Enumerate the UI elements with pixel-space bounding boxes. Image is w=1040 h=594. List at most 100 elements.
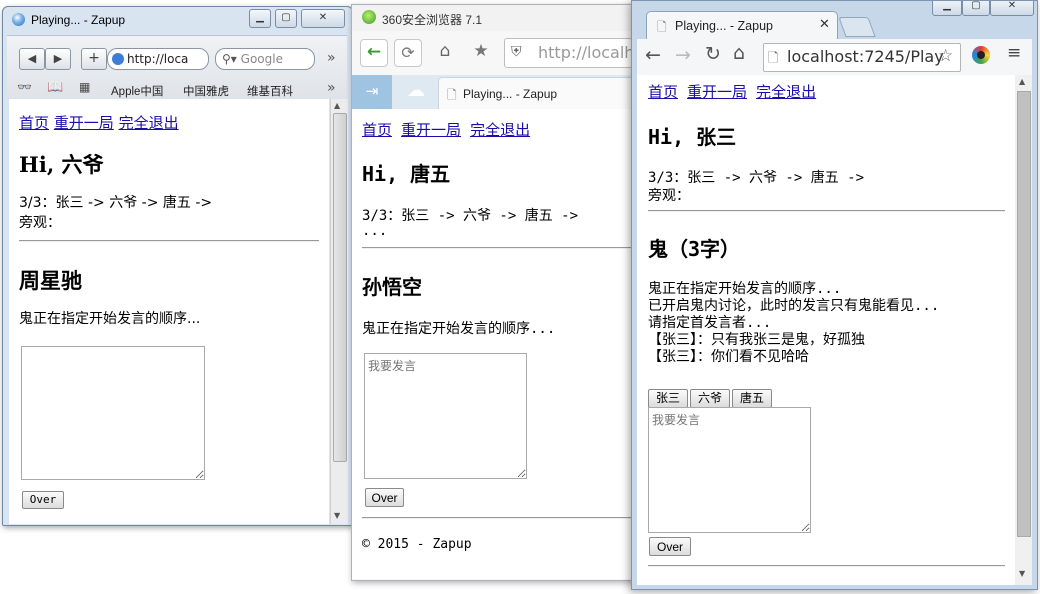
- window-title: Playing... - Zapup: [31, 13, 126, 27]
- player-button-liuye[interactable]: 六爷: [690, 389, 730, 408]
- tab-active[interactable]: 🗋 Playing... - Zapup ✕: [646, 11, 838, 40]
- status-text: 鬼正在指定开始发言的顺序...: [362, 321, 556, 337]
- order-text: 3/3：张三 -> 六爷 -> 唐五 ->: [19, 195, 213, 211]
- 360-logo-icon: [362, 10, 376, 24]
- page-content: 首页 重开一局 完全退出 Hi, 张三 3/3：张三 -> 六爷 -> 唐五 -…: [637, 75, 1015, 585]
- safari-globe-icon: [12, 13, 25, 26]
- address-bar[interactable]: 🗋 localhost:7245/Play ☆: [763, 43, 961, 72]
- scrollbar[interactable]: ▲ ▼: [330, 99, 348, 524]
- reload-icon[interactable]: ↻: [705, 43, 721, 65]
- bookmark-star-icon[interactable]: ☆: [938, 46, 953, 66]
- tab-title: Playing... - Zapup: [463, 87, 558, 101]
- list-item: 请指定首发言者...: [648, 315, 772, 331]
- title-bar[interactable]: 🗋 Playing... - Zapup ✕ ▁ ▢ ✕: [632, 1, 1037, 40]
- divider: [19, 240, 319, 242]
- reading-glasses-icon[interactable]: 👓: [17, 80, 32, 94]
- greeting: Hi, 六爷: [19, 152, 104, 177]
- search-placeholder: Google: [240, 52, 283, 66]
- close-button[interactable]: ✕: [301, 9, 345, 28]
- list-item: 鬼正在指定开始发言的顺序...: [648, 281, 842, 297]
- top-sites-grid-icon[interactable]: ▦: [79, 80, 90, 94]
- speech-input[interactable]: [21, 346, 205, 480]
- role-title: 孙悟空: [362, 275, 422, 299]
- menu-icon[interactable]: ≡: [1007, 43, 1021, 63]
- title-bar[interactable]: 360安全浏览器 7.1: [352, 5, 652, 31]
- browser-window-2: 360安全浏览器 7.1 ← ⟳ ⌂ ★ ⛨ http://localh ⇥ ☁…: [351, 4, 653, 581]
- over-button[interactable]: Over: [22, 491, 64, 509]
- order-text: 3/3：张三 -> 六爷 -> 唐五 ->: [648, 170, 865, 186]
- globe-icon: [112, 53, 124, 65]
- speech-input[interactable]: [648, 407, 811, 533]
- tab-close-icon[interactable]: ✕: [819, 17, 830, 32]
- nav-quit[interactable]: 完全退出: [756, 83, 816, 101]
- scroll-down-arrow-icon[interactable]: ▼: [1019, 569, 1025, 578]
- role-title: 鬼（3字）: [648, 237, 741, 261]
- role-title: 周星驰: [19, 268, 82, 293]
- back-arrow-icon[interactable]: ←: [645, 44, 661, 66]
- nav-quit[interactable]: 完全退出: [119, 114, 179, 132]
- page-content: 首页 重开一局 完全退出 Hi, 六爷 3/3：张三 -> 六爷 -> 唐五 -…: [9, 99, 329, 524]
- minimize-button[interactable]: ▁: [932, 1, 962, 16]
- nav-home[interactable]: 首页: [362, 121, 392, 139]
- nav-restart[interactable]: 重开一局: [401, 121, 461, 139]
- message-list: 鬼正在指定开始发言的顺序... 已开启鬼内讨论，此时的发言只有鬼能看见... 请…: [648, 281, 939, 366]
- title-bar[interactable]: Playing... - Zapup ▁ ▢ ✕: [3, 7, 352, 33]
- footer: © 2015 - Zapup: [362, 537, 472, 552]
- order-text: 3/3：张三 -> 六爷 -> 唐五 ->: [362, 208, 579, 224]
- greeting: Hi, 唐五: [362, 162, 451, 186]
- search-icon: ⚲▾: [222, 52, 237, 66]
- add-bookmark-icon[interactable]: +: [81, 48, 107, 70]
- player-button-tangwu[interactable]: 唐五: [732, 389, 772, 408]
- new-tab-button[interactable]: [838, 17, 876, 37]
- forward-arrow-icon[interactable]: ▶: [45, 48, 71, 70]
- search-field[interactable]: ⚲▾ Google: [215, 48, 315, 70]
- spectator-text: 旁观：: [19, 215, 61, 231]
- extension-icon[interactable]: [972, 46, 990, 64]
- minimize-button[interactable]: ▁: [249, 9, 271, 28]
- nav-home[interactable]: 首页: [19, 114, 49, 132]
- spectator-text: 旁观：: [648, 188, 690, 204]
- nav-restart[interactable]: 重开一局: [54, 114, 114, 132]
- overflow-chevron-icon[interactable]: »: [327, 50, 336, 66]
- scroll-up-arrow-icon[interactable]: ▲: [334, 101, 340, 110]
- shield-icon: ⛨: [511, 44, 522, 60]
- over-button[interactable]: Over: [649, 537, 691, 556]
- tab-active[interactable]: 🗋 Playing... - Zapup: [438, 77, 652, 110]
- close-button[interactable]: ✕: [990, 1, 1034, 16]
- bookmarks-overflow-icon[interactable]: »: [327, 80, 336, 96]
- scroll-thumb[interactable]: [333, 113, 347, 462]
- forward-arrow-icon[interactable]: →: [675, 44, 691, 66]
- cloud-icon[interactable]: ☁: [396, 75, 436, 109]
- bookmarks-book-icon[interactable]: 📖: [47, 79, 63, 95]
- footer-divider: [648, 565, 1005, 567]
- player-button-zhangsan[interactable]: 张三: [648, 389, 688, 408]
- speech-input[interactable]: [364, 353, 527, 479]
- bookmark-wikipedia[interactable]: 维基百科: [247, 83, 293, 99]
- address-bar[interactable]: http://loca: [107, 48, 209, 70]
- back-arrow-icon[interactable]: ◀: [19, 48, 45, 70]
- home-icon[interactable]: ⌂: [733, 42, 745, 64]
- footer-divider: [362, 517, 652, 519]
- list-item: 【张三】：只有我张三是鬼，好孤独: [648, 332, 865, 348]
- scroll-down-arrow-icon[interactable]: ▼: [334, 511, 340, 520]
- status-text: 鬼正在指定开始发言的顺序...: [19, 311, 201, 327]
- sidebar-toggle-icon[interactable]: ⇥: [352, 75, 392, 109]
- maximize-button[interactable]: ▢: [962, 1, 990, 16]
- nav-restart[interactable]: 重开一局: [687, 83, 747, 101]
- over-button[interactable]: Over: [365, 488, 404, 507]
- ellipsis-text: ...: [362, 223, 388, 239]
- refresh-icon[interactable]: ⟳: [394, 39, 422, 67]
- page-icon: 🗋: [657, 20, 667, 34]
- scroll-up-arrow-icon[interactable]: ▲: [1019, 77, 1025, 86]
- scrollbar[interactable]: ▲ ▼: [1015, 75, 1032, 585]
- star-icon[interactable]: ★: [468, 39, 494, 65]
- bookmark-yahoo[interactable]: 中国雅虎: [183, 83, 229, 99]
- bookmark-apple[interactable]: Apple中国: [111, 83, 163, 99]
- nav-home[interactable]: 首页: [648, 83, 678, 101]
- back-arrow-icon[interactable]: ←: [360, 39, 388, 67]
- nav-quit[interactable]: 完全退出: [470, 121, 530, 139]
- nav-links: 首页 重开一局 完全退出: [19, 112, 179, 133]
- scroll-thumb[interactable]: [1017, 91, 1031, 537]
- home-icon[interactable]: ⌂: [432, 39, 458, 65]
- maximize-button[interactable]: ▢: [275, 9, 297, 28]
